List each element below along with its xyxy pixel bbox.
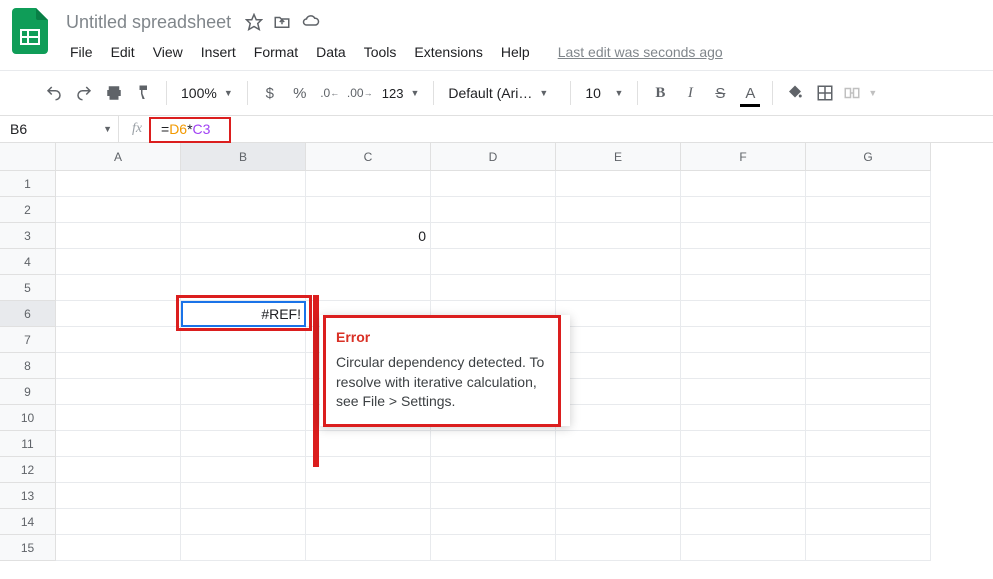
italic-button[interactable]: I	[676, 78, 704, 108]
menu-view[interactable]: View	[145, 40, 191, 64]
name-box-value: B6	[10, 121, 27, 137]
col-header[interactable]: B	[181, 143, 306, 171]
menu-file[interactable]: File	[62, 40, 101, 64]
formula-bar: B6 ▼ fx =D6*C3	[0, 115, 993, 143]
row-header[interactable]: 10	[0, 405, 56, 431]
select-all-corner[interactable]	[0, 143, 56, 171]
borders-button[interactable]	[811, 78, 839, 108]
col-header[interactable]: G	[806, 143, 931, 171]
row-header[interactable]: 7	[0, 327, 56, 353]
row-header[interactable]: 13	[0, 483, 56, 509]
text-color-button[interactable]: A	[736, 78, 764, 108]
col-header[interactable]: F	[681, 143, 806, 171]
redo-button[interactable]	[70, 78, 98, 108]
font-dropdown[interactable]: Default (Ari…▼	[442, 78, 562, 108]
currency-button[interactable]: $	[256, 78, 284, 108]
menu-help[interactable]: Help	[493, 40, 538, 64]
annotation-formula-highlight	[149, 117, 231, 143]
row-header[interactable]: 1	[0, 171, 56, 197]
undo-button[interactable]	[40, 78, 68, 108]
last-edit-link[interactable]: Last edit was seconds ago	[558, 44, 723, 60]
row-header[interactable]: 8	[0, 353, 56, 379]
toolbar: 100%▼ $ % .0← .00→ 123▼ Default (Ari…▼ 1…	[0, 71, 993, 115]
font-size-dropdown[interactable]: 10▼	[579, 78, 629, 108]
strikethrough-button[interactable]: S	[706, 78, 734, 108]
menu-extensions[interactable]: Extensions	[406, 40, 490, 64]
app-logo[interactable]	[10, 6, 50, 56]
col-header[interactable]: D	[431, 143, 556, 171]
merge-cells-button[interactable]: ▼	[841, 78, 879, 108]
col-header[interactable]: A	[56, 143, 181, 171]
header: Untitled spreadsheet File Edit View Inse…	[0, 0, 993, 66]
document-title[interactable]: Untitled spreadsheet	[62, 10, 235, 35]
column-headers: A B C D E F G	[56, 143, 931, 171]
number-format-dropdown[interactable]: 123▼	[376, 78, 426, 108]
menubar: File Edit View Insert Format Data Tools …	[62, 38, 983, 66]
row-header[interactable]: 15	[0, 535, 56, 561]
move-icon[interactable]	[273, 13, 291, 31]
zoom-dropdown[interactable]: 100%▼	[175, 78, 239, 108]
decrease-decimal-button[interactable]: .0←	[316, 78, 344, 108]
row-header[interactable]: 14	[0, 509, 56, 535]
fill-color-button[interactable]	[781, 78, 809, 108]
error-tooltip-body: Circular dependency detected. To resolve…	[336, 353, 554, 412]
cell-B6[interactable]: #REF!	[181, 301, 306, 327]
col-header[interactable]: E	[556, 143, 681, 171]
col-header[interactable]: C	[306, 143, 431, 171]
menu-edit[interactable]: Edit	[103, 40, 143, 64]
row-headers: 1 2 3 4 5 6 7 8 9 10 11 12 13 14 15	[0, 171, 56, 561]
font-value: Default (Ari…	[448, 85, 532, 101]
paint-format-button[interactable]	[130, 78, 158, 108]
spreadsheet-grid: A B C D E F G 1 2 3 4 5 6 7 8 9 10 11 12…	[0, 143, 993, 171]
row-header[interactable]: 5	[0, 275, 56, 301]
menu-format[interactable]: Format	[246, 40, 306, 64]
error-tooltip: Error Circular dependency detected. To r…	[320, 315, 570, 426]
menu-insert[interactable]: Insert	[193, 40, 244, 64]
bold-button[interactable]: B	[646, 78, 674, 108]
row-header[interactable]: 12	[0, 457, 56, 483]
font-size-value: 10	[585, 85, 601, 101]
row-header[interactable]: 9	[0, 379, 56, 405]
row-header[interactable]: 3	[0, 223, 56, 249]
name-box[interactable]: B6 ▼	[0, 121, 118, 137]
formula-input[interactable]: =D6*C3	[155, 119, 993, 139]
increase-decimal-button[interactable]: .00→	[346, 78, 374, 108]
print-button[interactable]	[100, 78, 128, 108]
row-header[interactable]: 6	[0, 301, 56, 327]
row-header[interactable]: 2	[0, 197, 56, 223]
cloud-status-icon[interactable]	[301, 13, 321, 31]
title-area: Untitled spreadsheet File Edit View Inse…	[62, 6, 983, 66]
cell-C3[interactable]: 0	[306, 223, 431, 249]
error-tooltip-title: Error	[336, 329, 554, 345]
num-format-value: 123	[382, 86, 404, 101]
row-header[interactable]: 4	[0, 249, 56, 275]
zoom-value: 100%	[181, 85, 217, 101]
row-header[interactable]: 11	[0, 431, 56, 457]
percent-button[interactable]: %	[286, 78, 314, 108]
menu-tools[interactable]: Tools	[356, 40, 405, 64]
menu-data[interactable]: Data	[308, 40, 354, 64]
star-icon[interactable]	[245, 13, 263, 31]
